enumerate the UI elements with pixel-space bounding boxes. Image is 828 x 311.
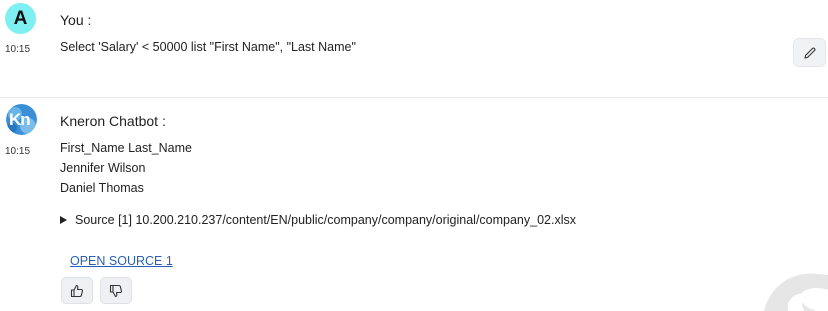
expand-triangle-icon — [60, 216, 67, 224]
message-time: 10:15 — [5, 146, 31, 157]
sender-name: Kneron Chatbot : — [60, 113, 166, 129]
open-source-link[interactable]: OPEN SOURCE 1 — [70, 254, 173, 268]
answer-line: Jennifer Wilson — [60, 161, 146, 175]
thumbs-up-icon — [70, 284, 84, 297]
message-time: 10:15 — [5, 44, 31, 55]
thumbs-down-icon — [109, 284, 123, 297]
source-text: Source [1] 10.200.210.237/content/EN/pub… — [75, 213, 576, 227]
message-text: Select 'Salary' < 50000 list "First Name… — [60, 40, 356, 54]
thumbs-down-button[interactable] — [100, 277, 132, 304]
answer-line: Daniel Thomas — [60, 181, 144, 195]
bot-avatar: Kn — [6, 104, 37, 135]
answer-line: First_Name Last_Name — [60, 141, 192, 155]
watermark-logo-icon — [764, 273, 828, 311]
divider — [0, 97, 828, 98]
edit-button[interactable] — [793, 38, 826, 67]
thumbs-up-button[interactable] — [61, 277, 93, 304]
sender-name: You : — [60, 12, 92, 28]
source-toggle[interactable]: Source [1] 10.200.210.237/content/EN/pub… — [60, 213, 576, 227]
user-avatar: A — [5, 3, 36, 34]
pencil-icon — [803, 46, 816, 59]
bot-avatar-text: Kn — [9, 110, 31, 129]
